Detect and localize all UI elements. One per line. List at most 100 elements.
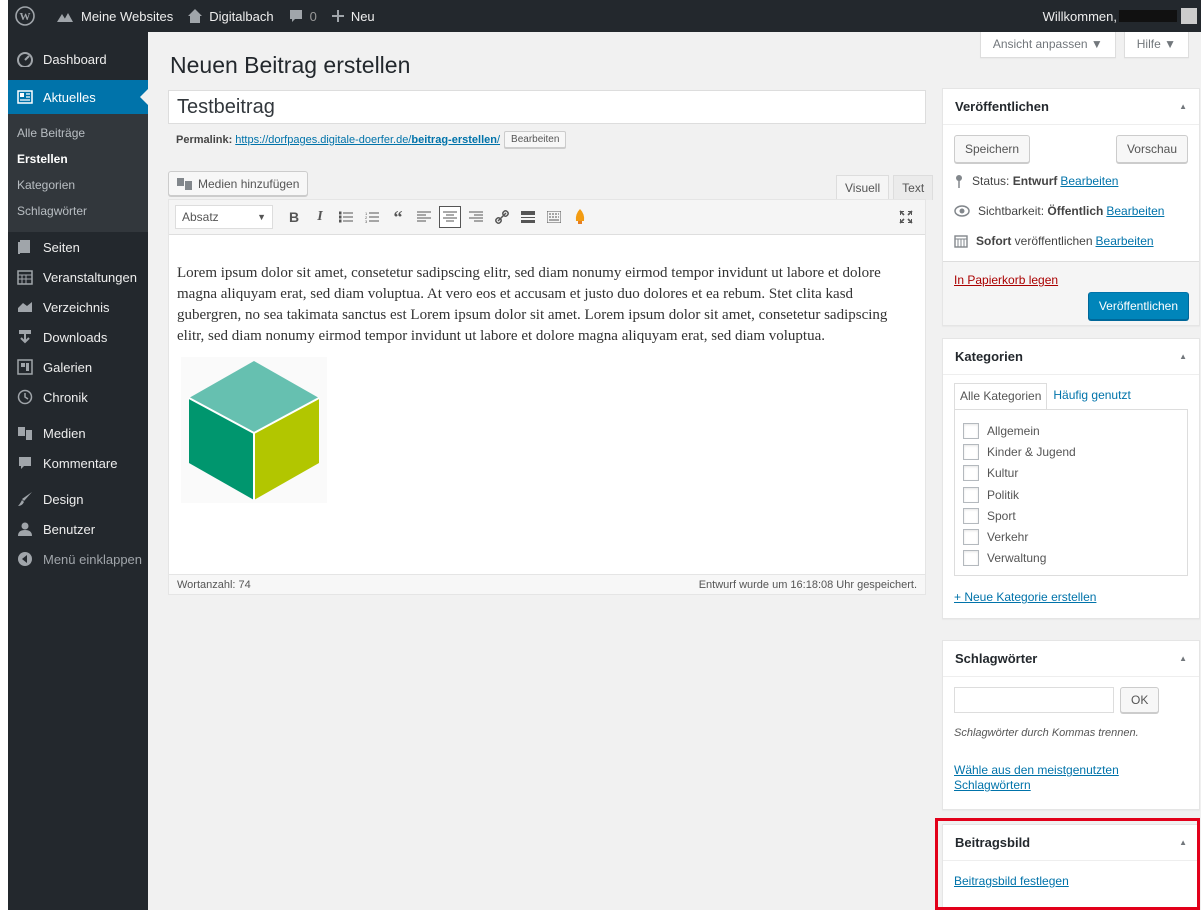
italic-icon[interactable]: I (309, 206, 331, 228)
welcome-text: Willkommen, (1042, 8, 1117, 24)
sidebar-label: Downloads (43, 329, 108, 345)
highlight-outline (935, 818, 1200, 910)
edit-schedule-link[interactable]: Bearbeiten (1096, 234, 1154, 248)
submenu-categories[interactable]: Kategorien (8, 172, 148, 198)
new-content-menu[interactable]: Neu (324, 0, 382, 32)
category-item[interactable]: Politik (963, 484, 1179, 505)
align-left-icon[interactable] (413, 206, 435, 228)
tag-hint: Schlagwörter durch Kommas trennen. (954, 727, 1139, 739)
editor-tabs: Visuell Text (836, 175, 934, 200)
checkbox[interactable] (963, 550, 979, 567)
sidebar-label: Veranstaltungen (43, 269, 137, 285)
help-tab[interactable]: Hilfe ▼ (1123, 32, 1189, 58)
permalink-edit-button[interactable]: Bearbeiten (504, 131, 567, 148)
cube-image[interactable] (181, 357, 327, 503)
pages-icon (15, 237, 35, 257)
screen-options-tab[interactable]: Ansicht anpassen ▼ (979, 32, 1116, 58)
my-sites-menu[interactable]: Meine Websites (48, 0, 180, 32)
post-title-input[interactable]: Testbeitrag (168, 90, 926, 124)
bullet-list-icon[interactable] (335, 206, 357, 228)
submenu-tags[interactable]: Schlagwörter (8, 198, 148, 224)
wordpress-logo-icon[interactable]: W (8, 0, 48, 32)
save-draft-button[interactable]: Speichern (954, 135, 1031, 163)
category-item[interactable]: Sport (963, 505, 1179, 526)
category-item[interactable]: Kultur (963, 463, 1179, 484)
editor-toolbar: Absatz ▼ B I 123 “ (169, 200, 925, 235)
sidebar-item-downloads[interactable]: Downloads (8, 322, 148, 352)
submenu-all-posts[interactable]: Alle Beiträge (8, 120, 148, 146)
fullscreen-icon[interactable] (895, 206, 917, 228)
align-center-icon[interactable] (439, 206, 461, 228)
sidebar-item-seiten[interactable]: Seiten (8, 232, 148, 262)
add-new-category-link[interactable]: + Neue Kategorie erstellen (954, 590, 1096, 604)
permalink-link[interactable]: https://dorfpages.digitale-doerfer.de/be… (235, 134, 500, 146)
sidebar-item-veranstaltungen[interactable]: Veranstaltungen (8, 262, 148, 292)
collapse-arrow-icon[interactable]: ▲ (1179, 352, 1187, 361)
add-tag-button[interactable]: OK (1120, 687, 1160, 713)
permalink-base: https://dorfpages.digitale-doerfer.de/ (235, 133, 412, 146)
bold-icon[interactable]: B (283, 206, 305, 228)
comments-menu[interactable]: 0 (281, 0, 324, 32)
checkbox[interactable] (963, 465, 979, 482)
edit-status-link[interactable]: Bearbeiten (1060, 174, 1118, 188)
tab-popular-categories[interactable]: Häufig genutzt (1047, 383, 1136, 409)
tag-input[interactable] (954, 687, 1114, 713)
edit-visibility-link[interactable]: Bearbeiten (1106, 204, 1164, 218)
plugin-rocket-icon[interactable] (569, 206, 591, 228)
blockquote-icon[interactable]: “ (387, 206, 409, 228)
my-sites-label: Meine Websites (81, 8, 174, 24)
sidebar-label: Aktuelles (43, 89, 96, 105)
calendar-icon (954, 235, 968, 248)
add-media-label: Medien hinzufügen (198, 176, 300, 191)
checkbox[interactable] (963, 529, 979, 546)
checkbox[interactable] (963, 443, 979, 460)
checkbox[interactable] (963, 422, 979, 439)
sidebar-item-dashboard[interactable]: Dashboard (8, 44, 148, 74)
tab-text[interactable]: Text (893, 175, 934, 200)
choose-tags-link[interactable]: Wähle aus den meistgenutzten Schlagwörte… (954, 763, 1188, 793)
sidebar-item-galerien[interactable]: Galerien (8, 352, 148, 382)
toolbar-toggle-icon[interactable] (543, 206, 565, 228)
read-more-icon[interactable] (517, 206, 539, 228)
category-label: Verkehr (987, 530, 1029, 545)
category-item[interactable]: Verkehr (963, 526, 1179, 547)
category-item[interactable]: Allgemein (963, 420, 1179, 441)
publish-button[interactable]: Veröffentlichen (1087, 292, 1189, 320)
svg-text:W: W (20, 11, 31, 23)
sidebar-item-kommentare[interactable]: Kommentare (8, 448, 148, 478)
collapse-arrow-icon[interactable]: ▲ (1179, 102, 1187, 111)
tags-box-header[interactable]: Schlagwörter ▲ (943, 641, 1199, 677)
format-select[interactable]: Absatz ▼ (175, 205, 273, 229)
comment-icon (289, 10, 302, 22)
numbered-list-icon[interactable]: 123 (361, 206, 383, 228)
category-item[interactable]: Verwaltung (963, 548, 1179, 569)
preview-button[interactable]: Vorschau (1115, 135, 1188, 163)
sidebar-item-chronik[interactable]: Chronik (8, 382, 148, 412)
sidebar-item-verzeichnis[interactable]: Verzeichnis (8, 292, 148, 322)
sidebar-item-benutzer[interactable]: Benutzer (8, 514, 148, 544)
sidebar-collapse-menu[interactable]: Menü einklappen (8, 544, 148, 574)
editor-content[interactable]: Lorem ipsum dolor sit amet, consetetur s… (169, 235, 925, 503)
link-icon[interactable] (491, 206, 513, 228)
comments-icon (15, 453, 35, 473)
tab-visual[interactable]: Visuell (836, 175, 890, 200)
add-media-button[interactable]: Medien hinzufügen (168, 171, 309, 196)
trash-link[interactable]: In Papierkorb legen (954, 273, 1058, 287)
align-right-icon[interactable] (465, 206, 487, 228)
category-item[interactable]: Kinder & Jugend (963, 441, 1179, 462)
download-icon (15, 327, 35, 347)
sidebar-item-medien[interactable]: Medien (8, 418, 148, 448)
tab-all-categories[interactable]: Alle Kategorien (954, 383, 1048, 409)
collapse-arrow-icon[interactable]: ▲ (1179, 654, 1187, 663)
plus-icon (331, 10, 344, 22)
checkbox[interactable] (963, 486, 979, 503)
checkbox[interactable] (963, 507, 979, 524)
sidebar-item-aktuelles[interactable]: Aktuelles (8, 80, 148, 114)
publish-box-header[interactable]: Veröffentlichen ▲ (943, 89, 1199, 125)
sidebar-label: Design (43, 491, 84, 507)
categories-box-header[interactable]: Kategorien ▲ (943, 339, 1199, 375)
site-name-menu[interactable]: Digitalbach (180, 0, 280, 32)
submenu-create[interactable]: Erstellen (8, 146, 148, 172)
sidebar-item-design[interactable]: Design (8, 484, 148, 514)
account-menu[interactable]: Willkommen, (1043, 8, 1201, 24)
